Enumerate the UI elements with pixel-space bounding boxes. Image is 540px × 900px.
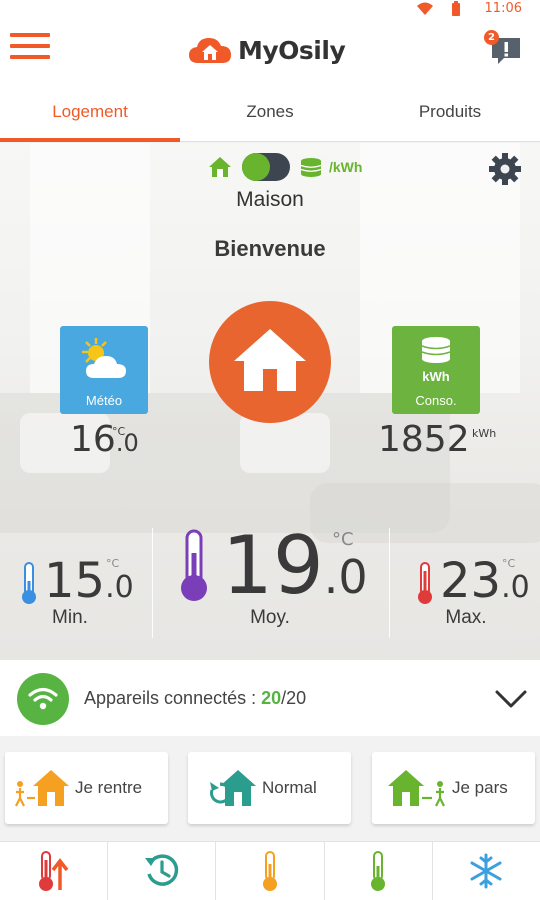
consumption-value: 1852 kWh [378,419,496,460]
mode-normal-label: Normal [262,778,317,797]
connected-devices-count: 20 [261,688,282,708]
wifi-icon [28,687,58,710]
status-bar: 11:06 [0,0,540,20]
home-button[interactable] [209,301,331,423]
background-pillow [240,413,330,473]
max-temp-dec: .0 [501,570,530,605]
tab-zones[interactable]: Zones [180,80,360,141]
min-temp-unit: °C [106,557,120,570]
clock: 11:06 [484,1,522,16]
outdoor-temp-value: 16.0 °C [70,419,139,460]
avg-temp-int: 19 [222,519,324,612]
max-temp-label: Max. [445,607,487,628]
comfort-temp-icon [263,851,277,891]
schedule-button[interactable] [108,842,217,900]
notification-badge: 2 [484,30,499,45]
bottom-toolbar [0,841,540,900]
frost-protection-button[interactable] [433,842,540,900]
wifi-status-icon [417,2,433,15]
avg-temp-value: 19.0 °C [222,519,368,612]
toggle-knob [242,153,270,181]
app-header: MyOsily 2 [0,20,540,80]
tab-logement[interactable]: Logement [0,80,180,142]
consumption-number: 1852 [378,419,470,460]
total-devices-count: /20 [281,688,307,708]
welcome-title: Bienvenue [214,236,326,261]
home-mode-icon [209,157,231,177]
consumption-tile-unit: kWh [422,369,450,384]
mode-je-pars-label: Je pars [452,778,508,797]
mode-normal-button[interactable]: Normal [188,752,351,824]
display-mode-toggle-row: /kWh [208,153,362,181]
avg-temp-label: Moy. [250,607,290,628]
coins-icon [300,158,322,177]
home-cycle-icon [210,770,256,806]
outdoor-temp-int: 16 [70,419,116,460]
avg-temp-unit: °C [332,529,354,550]
weather-tile[interactable]: Météo [60,326,148,414]
eco-temp-icon [371,851,386,891]
tab-produits[interactable]: Produits [360,80,540,141]
max-temp-int: 23 [440,553,502,609]
min-temp-label: Min. [52,607,88,628]
thermometer-min-icon [22,562,36,604]
eco-temp-button[interactable] [325,842,433,900]
max-temp-unit: °C [502,557,516,570]
consumption-tile[interactable]: kWh Conso. [392,326,480,414]
display-mode-toggle[interactable] [242,153,290,181]
settings-gear-icon[interactable] [487,151,523,187]
connected-devices-bar[interactable]: Appareils connectés : 20/20 [0,660,540,736]
weather-label: Météo [85,393,123,408]
arrive-home-icon [15,770,69,807]
menu-icon[interactable] [10,33,50,63]
min-temp-dec: .0 [105,570,134,605]
avg-temp-dec: .0 [323,550,368,604]
coins-stack-icon [421,337,451,363]
mode-je-rentre-button[interactable]: Je rentre [5,752,168,824]
divider [389,528,390,638]
connected-devices-label: Appareils connectés : [84,688,257,708]
min-temp-value: 15.0 °C [44,553,134,609]
notifications-button[interactable]: 2 [484,30,524,66]
comfort-temp-button[interactable] [216,842,325,900]
divider [152,528,153,638]
sun-cloud-icon [82,338,126,378]
leave-home-icon [388,770,445,807]
battery-icon [452,1,460,16]
app-name: MyOsily [238,35,346,65]
schedule-icon [144,854,178,886]
thermometer-max-icon [418,562,432,604]
boost-heat-icon [38,851,68,891]
consumption-unit: kWh [472,427,497,440]
wifi-status-badge [17,673,69,725]
consumption-label: Conso. [415,393,457,408]
home-overview: /kWh Maison Bienvenue Météo 16.0 °C kWh … [0,143,540,660]
energy-unit-label: /kWh [329,159,363,175]
outdoor-temp-unit: °C [112,425,126,438]
house-icon [234,329,306,391]
presence-modes: Je rentre Normal Je pars [0,736,540,840]
max-temp-value: 23.0 °C [440,553,530,609]
main-tabs: Logement Zones Produits [0,80,540,142]
thermometer-avg-icon [181,529,207,601]
connected-devices-text: Appareils connectés : 20/20 [84,688,306,709]
app-logo: MyOsily [188,30,346,70]
home-name: Maison [236,188,304,211]
boost-heat-button[interactable] [0,842,109,900]
snowflake-icon [470,853,502,889]
chevron-down-icon[interactable] [494,684,528,712]
cloud-home-icon [189,38,231,63]
mode-je-rentre-label: Je rentre [75,778,143,797]
min-temp-int: 15 [44,553,106,609]
mode-je-pars-button[interactable]: Je pars [372,752,535,824]
